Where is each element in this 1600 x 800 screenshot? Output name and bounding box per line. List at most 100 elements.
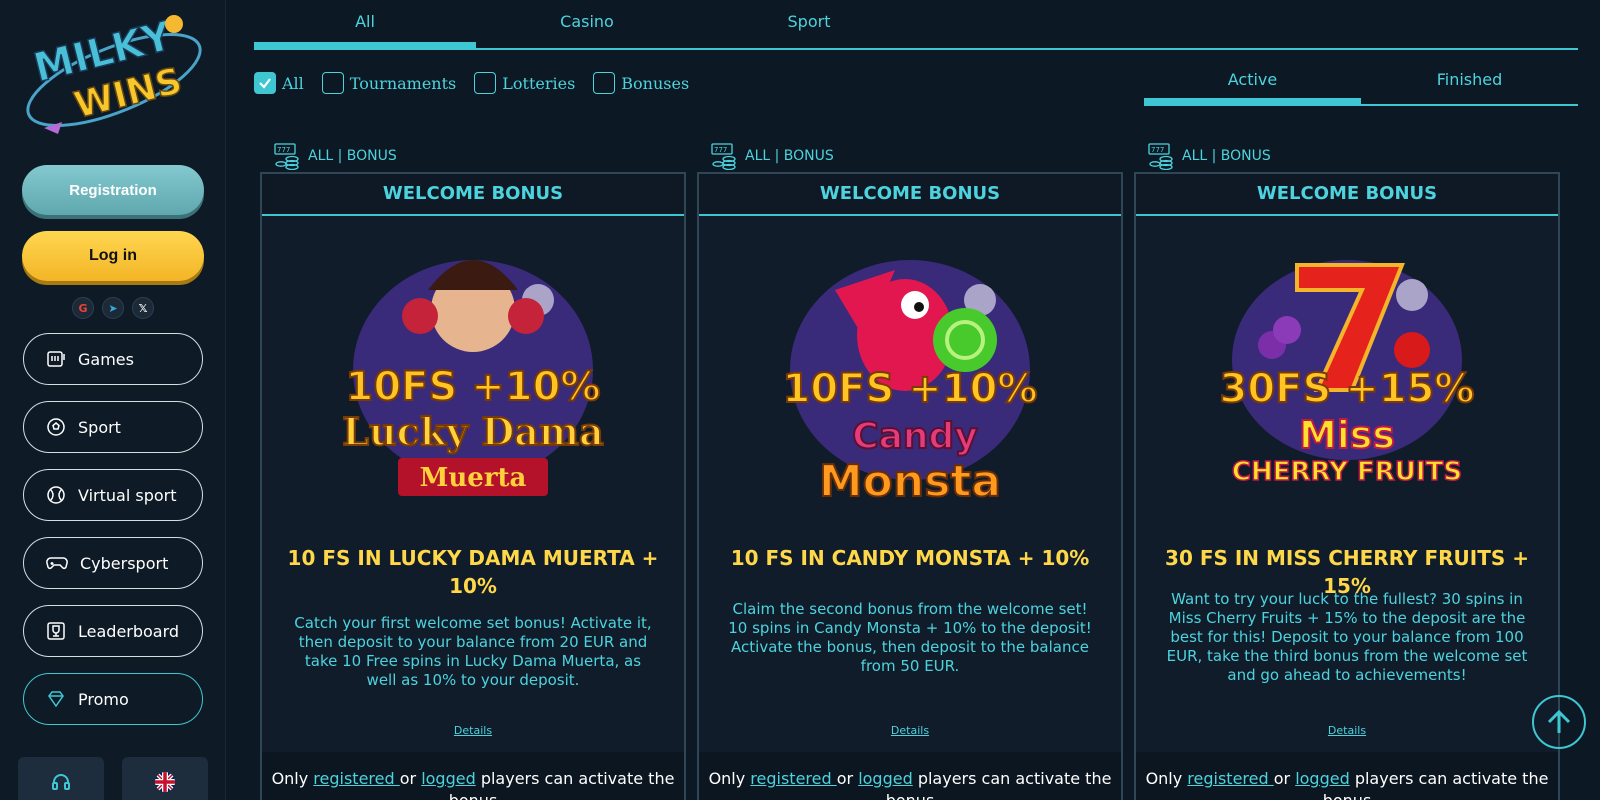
card-category-label: ALL | BONUS <box>745 148 834 164</box>
nav-promo[interactable]: Promo <box>23 673 203 725</box>
card-description: Claim the second bonus from the welcome … <box>728 600 1092 675</box>
main-content: All Casino Sport All Tournaments Lotteri… <box>226 0 1600 800</box>
milky-wins-logo[interactable]: MILKY WINS <box>16 10 212 140</box>
details-link[interactable]: Details <box>262 724 684 737</box>
tennis-ball-icon <box>47 486 65 504</box>
card-title: 10 FS IN LUCKY DAMA MUERTA + 10% <box>287 546 659 598</box>
tab-all[interactable]: All <box>254 12 476 31</box>
registered-link[interactable]: registered <box>1187 769 1273 788</box>
trophy-icon <box>47 622 65 640</box>
lucky-dama-muerta-image: 10FS +10% Lucky Dama Muerta <box>341 260 605 496</box>
miss-cherry-fruits-image: 30FS +15% Miss CHERRY FRUITS <box>1219 260 1475 488</box>
registered-link[interactable]: registered <box>750 769 836 788</box>
card-category: 777 ALL | BONUS <box>260 140 686 172</box>
bonus-card: 777 ALL | BONUS WELCOME BONUS 30FS +15% … <box>1134 140 1560 800</box>
checkbox[interactable] <box>593 72 616 94</box>
arrow-up-icon <box>1547 709 1571 733</box>
filter-lotteries[interactable]: Lotteries <box>474 72 575 94</box>
slot-machine-icon <box>47 351 65 367</box>
logged-link[interactable]: logged <box>421 769 476 788</box>
filter-tournaments[interactable]: Tournaments <box>321 72 457 94</box>
nav-leaderboard[interactable]: Leaderboard <box>23 605 203 657</box>
filter-label: Tournaments <box>349 73 457 93</box>
diamond-icon <box>48 691 64 708</box>
filter-bonuses[interactable]: Bonuses <box>593 72 689 94</box>
nav-label: Games <box>78 349 134 369</box>
card-category-label: ALL | BONUS <box>308 148 397 164</box>
footer-text: players can activate the bonus <box>449 769 675 800</box>
nav-label: Promo <box>78 689 129 709</box>
nav-label: Leaderboard <box>78 621 180 641</box>
svg-text:Monsta: Monsta <box>819 456 1001 507</box>
tab-active[interactable]: Active <box>1144 70 1361 89</box>
nav-sport[interactable]: Sport <box>23 401 203 453</box>
footer-text: or <box>399 769 422 788</box>
footer-text: or <box>836 769 859 788</box>
tab-finished[interactable]: Finished <box>1361 70 1578 89</box>
card-footer: Only registered or logged players can ac… <box>262 752 684 800</box>
nav-games[interactable]: Games <box>23 333 203 385</box>
card-footer: Only registered or logged players can ac… <box>1136 752 1558 800</box>
logged-link[interactable]: logged <box>1295 769 1350 788</box>
footer-text: or <box>1273 769 1296 788</box>
scroll-to-top-button[interactable] <box>1532 695 1586 749</box>
svg-text:Lucky Dama: Lucky Dama <box>342 409 604 454</box>
checkbox[interactable] <box>474 72 497 94</box>
svg-text:Candy: Candy <box>852 416 978 457</box>
nav-cybersport[interactable]: Cybersport <box>23 537 203 589</box>
nav-virtual-sport[interactable]: Virtual sport <box>23 469 203 521</box>
bonus-card: 777 ALL | BONUS WELCOME BONUS 10FS +10% … <box>260 140 686 800</box>
active-tab-indicator <box>254 42 476 48</box>
soccer-ball-icon <box>47 418 65 436</box>
x-icon[interactable]: 𝕏 <box>132 297 154 319</box>
filter-label: Bonuses <box>621 73 690 93</box>
footer-text: players can activate the bonus <box>1323 769 1549 800</box>
card-category: 777 ALL | BONUS <box>697 140 1123 172</box>
details-link[interactable]: Details <box>699 724 1121 737</box>
card-description: Want to try your luck to the fullest? 30… <box>1166 590 1528 684</box>
svg-text:777: 777 <box>1151 146 1164 154</box>
gamepad-icon <box>46 557 68 570</box>
nav-label: Cybersport <box>80 553 169 573</box>
category-tabs: All Casino Sport <box>254 0 1578 50</box>
card-footer: Only registered or logged players can ac… <box>699 752 1121 800</box>
login-button[interactable]: Log in <box>22 231 204 281</box>
status-tabs: Active Finished <box>1144 62 1578 106</box>
footer-text: Only <box>271 769 314 788</box>
logged-link[interactable]: logged <box>858 769 913 788</box>
slot-coins-icon: 777 <box>711 143 736 170</box>
checkbox-checked[interactable] <box>254 72 276 94</box>
slot-coins-icon: 777 <box>1148 143 1173 170</box>
telegram-icon[interactable]: ➤ <box>102 297 124 319</box>
tab-casino[interactable]: Casino <box>476 12 698 31</box>
svg-text:777: 777 <box>277 146 290 154</box>
filter-all[interactable]: All <box>254 72 304 94</box>
card-header: WELCOME BONUS <box>699 174 1121 216</box>
filter-label: Lotteries <box>502 73 576 93</box>
registered-link[interactable]: registered <box>313 769 399 788</box>
card-body: WELCOME BONUS 10FS +10% Candy Monsta 10 … <box>697 172 1123 800</box>
card-header: WELCOME BONUS <box>1136 174 1558 216</box>
candy-monsta-image: 10FS +10% Candy Monsta <box>782 260 1038 508</box>
support-button[interactable] <box>18 757 104 800</box>
svg-text:Muerta: Muerta <box>420 463 527 493</box>
details-link[interactable]: Details <box>1136 724 1558 737</box>
google-icon[interactable]: G <box>72 297 94 319</box>
tab-sport[interactable]: Sport <box>698 12 920 31</box>
svg-text:Miss: Miss <box>1299 413 1395 457</box>
svg-text:10FS +10%: 10FS +10% <box>783 366 1038 412</box>
nav-label: Virtual sport <box>78 485 177 505</box>
svg-text:10FS +10%: 10FS +10% <box>346 364 601 410</box>
card-header: WELCOME BONUS <box>262 174 684 216</box>
card-category-label: ALL | BONUS <box>1182 148 1271 164</box>
language-button[interactable] <box>122 757 208 800</box>
registration-button[interactable]: Registration <box>22 165 204 215</box>
slot-coins-icon: 777 <box>274 143 299 170</box>
svg-text:777: 777 <box>714 146 727 154</box>
checkbox[interactable] <box>321 72 344 94</box>
active-status-indicator <box>1144 98 1361 104</box>
footer-text: Only <box>1145 769 1188 788</box>
filter-label: All <box>282 73 304 93</box>
social-login-group: G ➤ 𝕏 <box>72 297 154 319</box>
svg-text:30FS +15%: 30FS +15% <box>1220 366 1475 412</box>
